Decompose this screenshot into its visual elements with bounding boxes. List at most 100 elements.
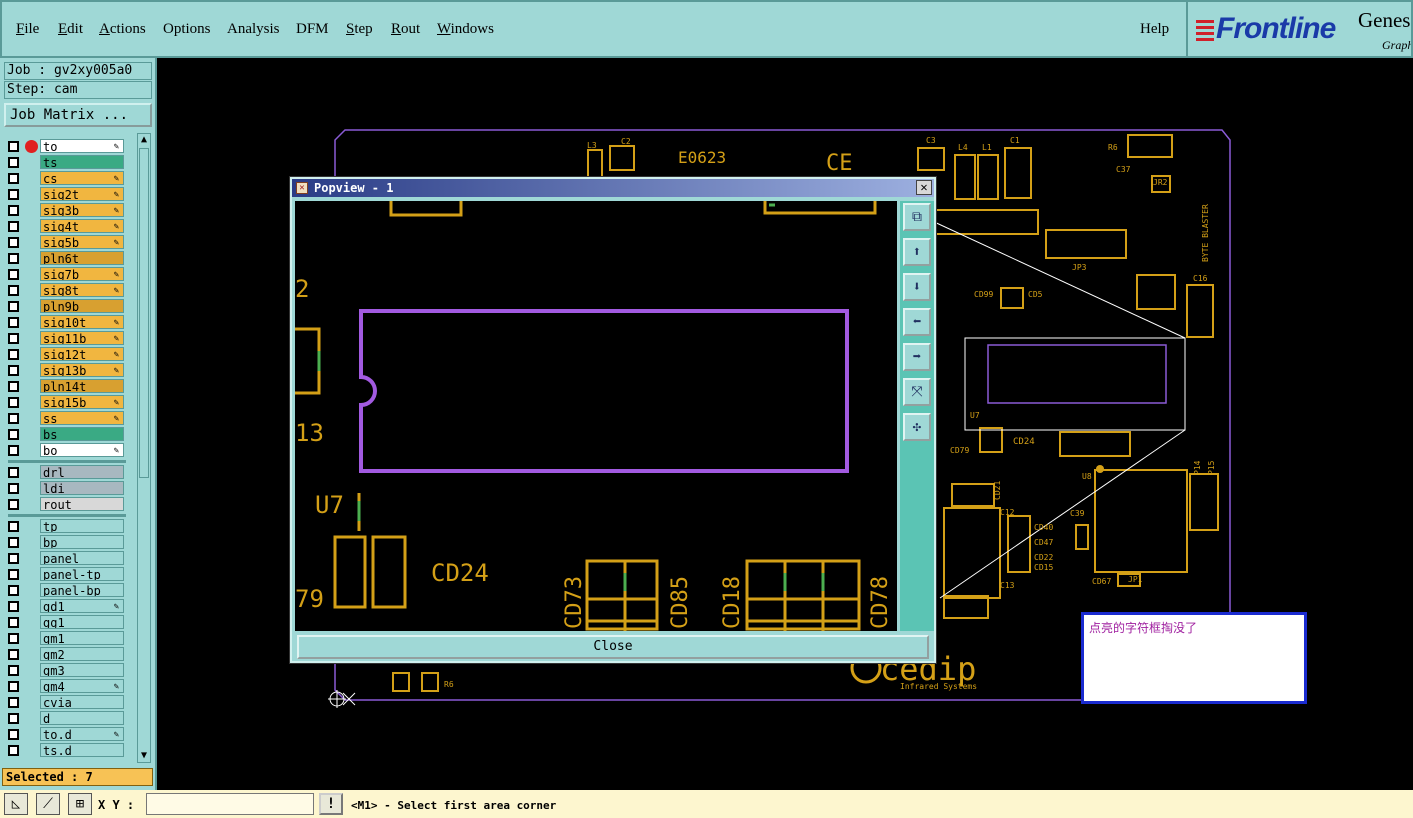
layer-checkbox[interactable] — [8, 569, 19, 580]
layer-name[interactable]: ss ✎ — [40, 411, 124, 425]
layer-checkbox[interactable] — [8, 697, 19, 708]
layer-name[interactable]: panel-bp — [40, 583, 124, 597]
menu-step[interactable]: Step — [346, 21, 373, 38]
layer-checkbox[interactable] — [8, 649, 19, 660]
scroll-down-icon[interactable]: ▼ — [138, 750, 150, 762]
layer-row-panel-tp[interactable]: panel-tp — [4, 567, 126, 582]
layer-row-sig13b[interactable]: sig13b ✎ — [4, 363, 126, 378]
layer-checkbox[interactable] — [8, 253, 19, 264]
layer-row-ts[interactable]: ts — [4, 155, 126, 170]
layer-name[interactable]: sig2t ✎ — [40, 187, 124, 201]
layer-scrollbar[interactable]: ▲ ▼ — [137, 133, 151, 763]
layer-checkbox[interactable] — [8, 397, 19, 408]
layer-name[interactable]: to ✎ — [40, 139, 124, 153]
menu-dfm[interactable]: DFM — [296, 21, 329, 38]
layer-row-bs[interactable]: bs — [4, 427, 126, 442]
layer-row-gm2[interactable]: gm2 — [4, 647, 126, 662]
layer-checkbox[interactable] — [8, 665, 19, 676]
layer-row-sig12t[interactable]: sig12t ✎ — [4, 347, 126, 362]
layer-name[interactable]: panel — [40, 551, 124, 565]
layer-name[interactable]: gm3 — [40, 663, 124, 677]
zoom-out-icon[interactable]: ⤧ — [903, 378, 931, 406]
zoom-box-icon[interactable]: ⧉ — [903, 203, 931, 231]
layer-name[interactable]: ldi — [40, 481, 124, 495]
layer-name[interactable]: pln9b — [40, 299, 124, 313]
layer-checkbox[interactable] — [8, 429, 19, 440]
popview-zoom-view[interactable]: 2 13 U7 CD24 79 CD73 CD85 CD18 CD78 — [295, 201, 897, 631]
layer-row-gd1[interactable]: gd1 ✎ — [4, 599, 126, 614]
layer-row-pln14t[interactable]: pln14t — [4, 379, 126, 394]
layer-row-pln9b[interactable]: pln9b — [4, 299, 126, 314]
layer-checkbox[interactable] — [8, 413, 19, 424]
menu-rout[interactable]: Rout — [391, 21, 420, 38]
layer-name[interactable]: sig5b ✎ — [40, 235, 124, 249]
layer-row-pln6t[interactable]: pln6t — [4, 251, 126, 266]
layer-name[interactable]: gg1 — [40, 615, 124, 629]
xy-input[interactable] — [146, 793, 314, 815]
layer-checkbox[interactable] — [8, 173, 19, 184]
layer-row-tp[interactable]: tp — [4, 519, 126, 534]
layer-name[interactable]: sig7b ✎ — [40, 267, 124, 281]
layer-checkbox[interactable] — [8, 349, 19, 360]
layer-checkbox[interactable] — [8, 617, 19, 628]
popview-titlebar[interactable]: ✕ Popview - 1 — [292, 179, 934, 197]
layer-name[interactable]: bs — [40, 427, 124, 441]
layer-name[interactable]: cs ✎ — [40, 171, 124, 185]
layer-row-panel-bp[interactable]: panel-bp — [4, 583, 126, 598]
close-icon[interactable]: ✕ — [916, 180, 932, 195]
layer-name[interactable]: gm2 — [40, 647, 124, 661]
layer-name[interactable]: panel-tp — [40, 567, 124, 581]
layer-name[interactable]: ts — [40, 155, 124, 169]
layer-checkbox[interactable] — [8, 157, 19, 168]
layer-name[interactable]: cvia — [40, 695, 124, 709]
layer-row-rout[interactable]: rout — [4, 497, 126, 512]
menu-help[interactable]: Help — [1140, 21, 1169, 38]
layer-row-d[interactable]: d — [4, 711, 126, 726]
layer-checkbox[interactable] — [8, 633, 19, 644]
layer-checkbox[interactable] — [8, 729, 19, 740]
layer-name[interactable]: tp — [40, 519, 124, 533]
layer-checkbox[interactable] — [8, 445, 19, 456]
layer-row-ts-d[interactable]: ts.d — [4, 743, 126, 758]
layer-name[interactable]: sig4t ✎ — [40, 219, 124, 233]
layer-checkbox[interactable] — [8, 301, 19, 312]
popview-close-button[interactable]: Close — [297, 635, 929, 659]
layer-row-sig5b[interactable]: sig5b ✎ — [4, 235, 126, 250]
layer-row-to-d[interactable]: to.d ✎ — [4, 727, 126, 742]
snap-icon[interactable]: ⟋ — [36, 793, 60, 815]
layer-checkbox[interactable] — [8, 333, 19, 344]
layer-checkbox[interactable] — [8, 483, 19, 494]
layer-row-gm1[interactable]: gm1 — [4, 631, 126, 646]
menu-analysis[interactable]: Analysis — [227, 21, 280, 38]
layer-row-drl[interactable]: drl — [4, 465, 126, 480]
layer-checkbox[interactable] — [8, 585, 19, 596]
layer-name[interactable]: ts.d — [40, 743, 124, 757]
layer-name[interactable]: sig8t ✎ — [40, 283, 124, 297]
scroll-up-icon[interactable]: ▲ — [138, 134, 150, 146]
layer-row-sig7b[interactable]: sig7b ✎ — [4, 267, 126, 282]
pan-left-icon[interactable]: ⬅ — [903, 308, 931, 336]
layer-checkbox[interactable] — [8, 521, 19, 532]
grid-icon[interactable]: ⊞ — [68, 793, 92, 815]
layer-row-ss[interactable]: ss ✎ — [4, 411, 126, 426]
layer-row-sig10t[interactable]: sig10t ✎ — [4, 315, 126, 330]
layer-row-sig4t[interactable]: sig4t ✎ — [4, 219, 126, 234]
measure-icon[interactable]: ◺ — [4, 793, 28, 815]
layer-name[interactable]: bo ✎ — [40, 443, 124, 457]
layer-name[interactable]: pln14t — [40, 379, 124, 393]
layer-checkbox[interactable] — [8, 553, 19, 564]
layer-name[interactable]: sig15b ✎ — [40, 395, 124, 409]
scroll-thumb[interactable] — [139, 148, 149, 478]
layer-row-gm3[interactable]: gm3 — [4, 663, 126, 678]
layer-checkbox[interactable] — [8, 467, 19, 478]
warning-button[interactable]: ! — [319, 793, 343, 815]
layer-checkbox[interactable] — [8, 189, 19, 200]
layer-name[interactable]: bp — [40, 535, 124, 549]
layer-checkbox[interactable] — [8, 499, 19, 510]
layer-row-panel[interactable]: panel — [4, 551, 126, 566]
menu-windows[interactable]: Windows — [437, 21, 494, 38]
layer-row-sig2t[interactable]: sig2t ✎ — [4, 187, 126, 202]
layer-checkbox[interactable] — [8, 537, 19, 548]
layer-checkbox[interactable] — [8, 285, 19, 296]
layer-row-sig8t[interactable]: sig8t ✎ — [4, 283, 126, 298]
